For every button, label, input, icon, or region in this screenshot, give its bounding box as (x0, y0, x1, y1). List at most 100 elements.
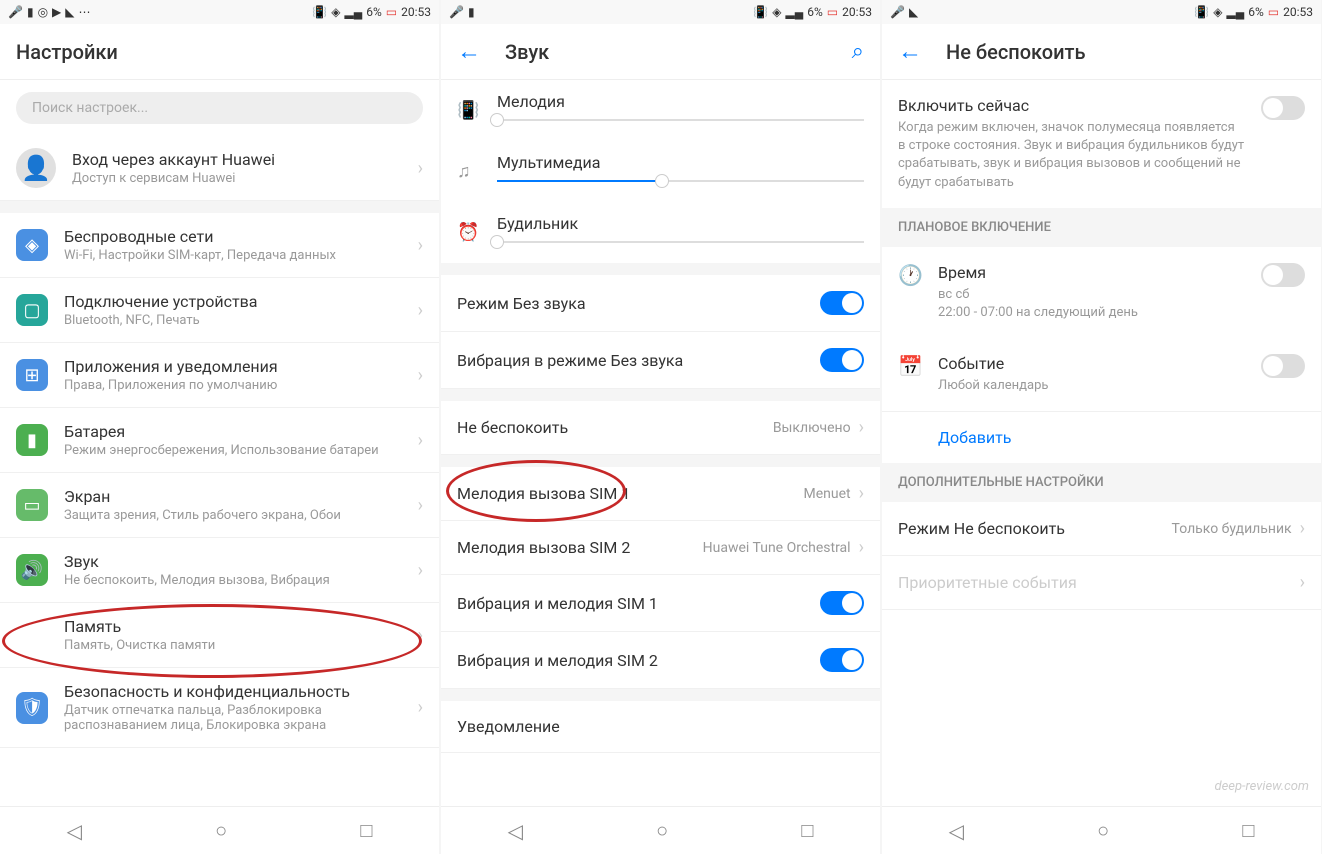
sim1-vibrate-row[interactable]: Вибрация и мелодия SIM 1 (441, 575, 880, 632)
mic-icon: 🎤 (8, 5, 23, 19)
vibrate-slider-icon: 📳 (457, 100, 481, 121)
clock-icon: 🕐 (898, 263, 922, 287)
wifi-icon: ◈ (772, 5, 781, 19)
nav-back[interactable]: ◁ (949, 819, 964, 843)
chevron-icon: › (418, 235, 423, 256)
nav-back[interactable]: ◁ (508, 819, 523, 843)
wifi-icon: ◈ (331, 5, 340, 19)
tag-icon: ◣ (65, 5, 74, 19)
nav-bar: ◁ ○ □ (0, 806, 439, 854)
search-input[interactable]: Поиск настроек... (16, 92, 423, 124)
silent-mode-row[interactable]: Режим Без звука (441, 275, 880, 332)
dnd-row[interactable]: Не беспокоить Выключено › (441, 401, 880, 455)
sim2-vibrate-row[interactable]: Вибрация и мелодия SIM 2 (441, 632, 880, 689)
nav-recent[interactable]: □ (801, 818, 813, 843)
back-button[interactable]: ← (898, 37, 922, 66)
vibrate-silent-row[interactable]: Вибрация в режиме Без звука (441, 332, 880, 389)
battery-low-icon: ▭ (386, 5, 397, 19)
display-row[interactable]: ▭ Экран Защита зрения, Стиль рабочего эк… (0, 473, 439, 538)
device-connection-row[interactable]: ▢ Подключение устройства Bluetooth, NFC,… (0, 278, 439, 343)
time-toggle[interactable] (1261, 263, 1305, 287)
search-icon[interactable]: ⌕ (852, 39, 864, 64)
watermark: deep-review.com (1214, 779, 1309, 794)
sim1-ringtone-row[interactable]: Мелодия вызова SIM 1 Menuet › (441, 467, 880, 521)
nav-home[interactable]: ○ (1097, 818, 1109, 843)
time-schedule-row[interactable]: 🕐 Время вс сб22:00 - 07:00 на следующий … (882, 247, 1321, 338)
page-title: Не беспокоить (946, 40, 1305, 64)
apps-row[interactable]: ⊞ Приложения и уведомления Права, Прилож… (0, 343, 439, 408)
settings-screen: 🎤 ▮ ◎ ▶ ◣ ⋯ 📳 ◈ ▂▄ 6% ▭ 20:53 Настройки … (0, 0, 439, 854)
security-row[interactable]: 🛡 Безопасность и конфиденциальность Датч… (0, 668, 439, 748)
battery-percent: 6% (366, 5, 382, 19)
enable-now-row[interactable]: Включить сейчас Когда режим включен, зна… (882, 80, 1321, 208)
sound-icon: 🔊 (16, 554, 48, 586)
account-sub: Доступ к сервисам Huawei (72, 171, 402, 186)
youtube-icon: ▶ (52, 5, 61, 19)
enable-now-toggle[interactable] (1261, 96, 1305, 120)
page-title: Звук (505, 40, 828, 64)
device-icon: ▢ (16, 294, 48, 326)
signal-icon: ▂▄ (785, 5, 803, 19)
status-time: 20:53 (401, 5, 431, 19)
chevron-icon: › (418, 495, 423, 516)
apps-icon: ⊞ (16, 359, 48, 391)
storage-row[interactable]: Память Память, Очистка памяти › (0, 603, 439, 668)
silent-toggle[interactable] (820, 291, 864, 315)
display-icon: ▭ (16, 489, 48, 521)
sim2-vibrate-toggle[interactable] (820, 648, 864, 672)
wireless-row[interactable]: ◈ Беспроводные сети Wi-Fi, Настройки SIM… (0, 213, 439, 278)
advanced-header: ДОПОЛНИТЕЛЬНЫЕ НАСТРОЙКИ (882, 463, 1321, 502)
chevron-icon: › (1300, 572, 1305, 593)
nav-home[interactable]: ○ (215, 818, 227, 843)
chevron-icon: › (418, 365, 423, 386)
sim2-ringtone-row[interactable]: Мелодия вызова SIM 2 Huawei Tune Orchest… (441, 521, 880, 575)
alarm-slider[interactable] (497, 241, 864, 243)
chevron-icon: › (418, 300, 423, 321)
ringtone-slider[interactable] (497, 119, 864, 121)
dnd-mode-row[interactable]: Режим Не беспокоить Только будильник › (882, 502, 1321, 556)
nav-bar: ◁ ○ □ (441, 806, 880, 854)
sim1-vibrate-toggle[interactable] (820, 591, 864, 615)
status-bar: 🎤 ▮ 📳 ◈ ▂▄ 6% ▭ 20:53 (441, 0, 880, 24)
battery-low-icon: ▭ (827, 5, 838, 19)
back-button[interactable]: ← (457, 37, 481, 66)
calendar-icon: 📅 (898, 354, 922, 378)
nav-home[interactable]: ○ (656, 818, 668, 843)
battery-icon: ▮ (27, 5, 34, 19)
add-link[interactable]: Добавить (882, 412, 1321, 463)
nav-back[interactable]: ◁ (67, 819, 82, 843)
alarm-icon: ⏰ (457, 222, 481, 243)
music-icon: ♫ (457, 161, 481, 182)
schedule-header: ПЛАНОВОЕ ВКЛЮЧЕНИЕ (882, 208, 1321, 247)
status-bar: 🎤 ◣ 📳 ◈ ▂▄ 6% ▭ 20:53 (882, 0, 1321, 24)
chevron-icon: › (418, 430, 423, 451)
account-row[interactable]: 👤 Вход через аккаунт Huawei Доступ к сер… (0, 136, 439, 201)
page-title: Настройки (16, 40, 423, 64)
battery-row[interactable]: ▮ Батарея Режим энергосбережения, Исполь… (0, 408, 439, 473)
event-toggle[interactable] (1261, 354, 1305, 378)
chevron-icon: › (418, 560, 423, 581)
vibrate-silent-toggle[interactable] (820, 348, 864, 372)
sound-screen: 🎤 ▮ 📳 ◈ ▂▄ 6% ▭ 20:53 ← Звук ⌕ 📳 Мелодия (441, 0, 880, 854)
chevron-icon: › (418, 697, 423, 718)
notification-row[interactable]: Уведомление (441, 701, 880, 753)
vibrate-icon: 📳 (753, 5, 768, 19)
app-bar: ← Звук ⌕ (441, 24, 880, 80)
media-slider[interactable] (497, 180, 864, 182)
event-schedule-row[interactable]: 📅 Событие Любой календарь (882, 338, 1321, 412)
chevron-icon: › (418, 158, 423, 179)
signal-icon: ▂▄ (344, 5, 362, 19)
nav-recent[interactable]: □ (360, 818, 372, 843)
section-gap (0, 201, 439, 213)
notification-icon: ◣ (909, 5, 918, 19)
more-icon: ⋯ (79, 5, 91, 19)
alarm-slider-row: ⏰ Будильник (441, 202, 880, 263)
chevron-icon: › (859, 537, 864, 558)
nav-recent[interactable]: □ (1242, 818, 1254, 843)
shield-icon: 🛡 (16, 692, 48, 724)
sound-row[interactable]: 🔊 Звук Не беспокоить, Мелодия вызова, Ви… (0, 538, 439, 603)
priority-events-row: Приоритетные события › (882, 556, 1321, 610)
chevron-icon: › (859, 483, 864, 504)
account-title: Вход через аккаунт Huawei (72, 150, 402, 169)
chevron-icon: › (859, 417, 864, 438)
